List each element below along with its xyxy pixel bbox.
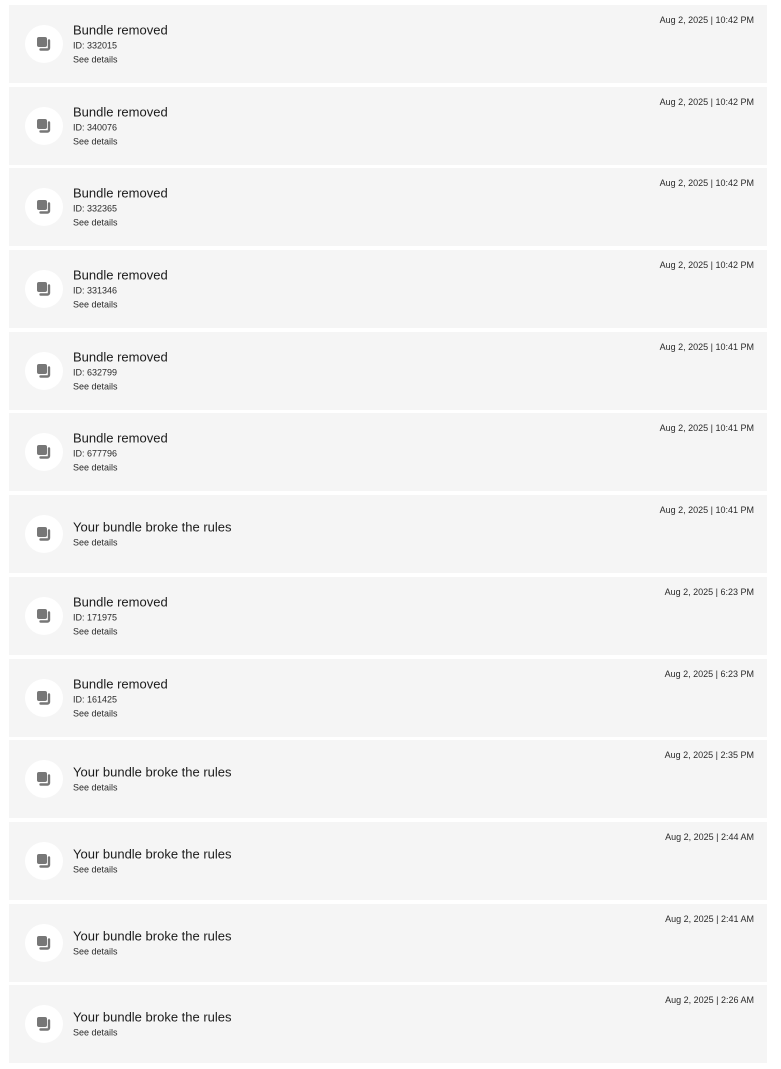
notification-timestamp: Aug 2, 2025 | 10:41 PM — [659, 341, 754, 352]
notification-text: Your bundle broke the rules See details — [73, 927, 617, 958]
notification-title: Your bundle broke the rules — [73, 928, 232, 944]
see-details-link[interactable]: See details — [73, 536, 617, 550]
notification-id: ID: 677796 — [73, 448, 118, 459]
notification-title: Your bundle broke the rules — [73, 764, 232, 780]
notification-title: Bundle removed — [73, 185, 168, 201]
notification-timestamp: Aug 2, 2025 | 2:26 AM — [665, 995, 754, 1006]
bundle-stack-icon — [25, 515, 63, 554]
notification-title: Bundle removed — [73, 676, 168, 691]
notification-title: Bundle removed — [73, 104, 168, 120]
notification-title: Bundle removed — [73, 267, 168, 283]
notification-item[interactable]: Bundle removed ID: 632799 See details Au… — [9, 331, 767, 410]
bundle-stack-icon — [25, 841, 63, 880]
notification-item[interactable]: Bundle removed ID: 331346 See details Au… — [9, 250, 767, 329]
bundle-stack-icon — [25, 106, 63, 145]
notification-title: Your bundle broke the rules — [73, 1009, 232, 1025]
notification-item[interactable]: Your bundle broke the rules See details … — [9, 740, 767, 819]
notification-timestamp: Aug 2, 2025 | 10:42 PM — [659, 260, 754, 271]
bundle-stack-icon — [25, 678, 63, 717]
see-details-link[interactable]: See details — [73, 944, 617, 958]
notification-timestamp: Aug 2, 2025 | 10:41 PM — [659, 505, 754, 516]
notification-text: Bundle removed ID: 332365 See details — [73, 185, 617, 230]
notification-text: Bundle removed ID: 331346 See details — [73, 267, 617, 312]
bundle-stack-icon — [25, 270, 63, 309]
notification-timestamp: Aug 2, 2025 | 2:41 AM — [665, 913, 754, 924]
notification-title: Bundle removed — [73, 349, 168, 365]
bundle-stack-icon — [25, 760, 63, 799]
notification-item[interactable]: Your bundle broke the rules See details … — [9, 821, 767, 900]
notification-text: Bundle removed ID: 632799 See details — [73, 348, 617, 393]
notification-timestamp: Aug 2, 2025 | 2:44 AM — [665, 831, 754, 842]
bundle-stack-icon — [25, 433, 63, 472]
notification-id: ID: 171975 — [73, 612, 118, 623]
notification-id: ID: 161425 — [73, 694, 118, 704]
notification-id: ID: 340076 — [73, 122, 118, 133]
notification-timestamp: Aug 2, 2025 | 6:23 PM — [664, 668, 754, 679]
notification-item[interactable]: Bundle removed ID: 677796 See details Au… — [9, 413, 767, 492]
notification-id: ID: 331346 — [73, 285, 118, 296]
see-details-link[interactable]: See details — [73, 298, 617, 312]
notification-id: ID: 332365 — [73, 203, 118, 214]
see-details-link[interactable]: See details — [73, 862, 617, 876]
notification-timestamp: Aug 2, 2025 | 10:42 PM — [659, 96, 754, 107]
notification-item[interactable]: Your bundle broke the rules See details … — [9, 903, 767, 982]
see-details-link[interactable]: See details — [73, 53, 617, 67]
see-details-link[interactable]: See details — [73, 1026, 617, 1040]
notification-item[interactable]: Your bundle broke the rules See details … — [9, 985, 767, 1064]
see-details-link[interactable]: See details — [73, 379, 617, 393]
notification-timestamp: Aug 2, 2025 | 2:35 PM — [664, 750, 754, 761]
notification-text: Bundle removed ID: 171975 See details — [73, 593, 617, 638]
notification-text: Bundle removed ID: 340076 See details — [73, 103, 617, 148]
bundle-stack-icon — [25, 188, 63, 227]
bundle-stack-icon — [25, 351, 63, 390]
notification-item[interactable]: Bundle removed ID: 340076 See details Au… — [9, 86, 767, 165]
notification-title: Bundle removed — [73, 594, 168, 610]
notification-timestamp: Aug 2, 2025 | 6:23 PM — [664, 586, 754, 597]
notification-id: ID: 632799 — [73, 367, 118, 378]
notification-text: Your bundle broke the rules See details — [73, 1009, 617, 1040]
notification-title: Bundle removed — [73, 22, 168, 38]
see-details-link[interactable]: See details — [73, 134, 617, 148]
notification-text: Your bundle broke the rules See details — [73, 519, 617, 550]
see-details-link[interactable]: See details — [73, 461, 617, 475]
notification-text: Your bundle broke the rules See details — [73, 764, 617, 795]
notification-id: ID: 332015 — [73, 40, 118, 51]
notification-text: Bundle removed ID: 332015 See details — [73, 22, 617, 67]
see-details-link[interactable]: See details — [73, 624, 617, 638]
bundle-stack-icon — [25, 25, 63, 63]
notification-timestamp: Aug 2, 2025 | 10:42 PM — [659, 178, 754, 189]
bundle-stack-icon — [25, 596, 63, 635]
notification-item[interactable]: Bundle removed ID: 332365 See details Au… — [9, 168, 767, 247]
notification-item[interactable]: Bundle removed ID: 171975 See details Au… — [9, 576, 767, 655]
notification-text: Bundle removed ID: 677796 See details — [73, 430, 617, 475]
notification-title: Your bundle broke the rules — [73, 519, 232, 535]
notification-item[interactable]: Your bundle broke the rules See details … — [9, 495, 767, 574]
notification-item[interactable]: Bundle removed ID: 161425 See details Au… — [9, 658, 767, 737]
notification-title: Your bundle broke the rules — [73, 846, 232, 862]
notification-item[interactable]: Bundle removed ID: 332015 See details Au… — [9, 5, 767, 83]
notification-text: Bundle removed ID: 161425 See details — [73, 675, 617, 720]
see-details-link[interactable]: See details — [73, 781, 617, 795]
see-details-link[interactable]: See details — [73, 706, 617, 720]
notification-timestamp: Aug 2, 2025 | 10:41 PM — [659, 423, 754, 434]
notification-list: Bundle removed ID: 332015 See details Au… — [9, 5, 767, 1067]
notification-text: Your bundle broke the rules See details — [73, 845, 617, 876]
see-details-link[interactable]: See details — [73, 216, 617, 230]
notification-timestamp: Aug 2, 2025 | 10:42 PM — [659, 15, 754, 25]
bundle-stack-icon — [25, 923, 63, 962]
notification-title: Bundle removed — [73, 430, 168, 446]
bundle-stack-icon — [25, 1005, 63, 1044]
